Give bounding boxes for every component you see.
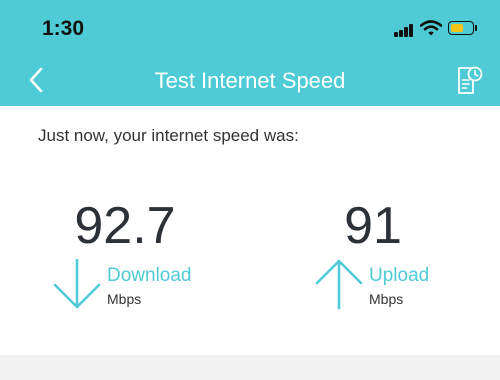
signal-icon <box>394 24 414 37</box>
nav-bar: Test Internet Speed <box>0 56 500 106</box>
battery-icon <box>448 21 474 35</box>
result-caption: Just now, your internet speed was: <box>38 126 299 145</box>
upload-unit: Mbps <box>369 291 404 307</box>
arrow-up-icon <box>315 259 363 310</box>
download-label: Download <box>107 265 192 286</box>
status-bar: 1:30 <box>0 0 500 56</box>
battery-level <box>450 23 463 32</box>
upload-label: Upload <box>369 265 430 286</box>
download-speed-value: 92.7 <box>74 197 176 255</box>
arrow-down-icon <box>53 258 101 309</box>
wifi-icon <box>420 20 442 36</box>
history-button[interactable] <box>452 60 488 100</box>
app-header: 1:30 Test Internet Speed <box>0 0 500 106</box>
history-document-icon <box>458 66 483 94</box>
battery-cap <box>475 25 477 31</box>
upload-speed-value: 91 <box>344 197 402 255</box>
speed-result-card: Just now, your internet speed was: 92.7 … <box>0 106 500 355</box>
status-time: 1:30 <box>42 17 85 40</box>
page-title: Test Internet Speed <box>154 68 346 93</box>
download-unit: Mbps <box>107 291 142 307</box>
